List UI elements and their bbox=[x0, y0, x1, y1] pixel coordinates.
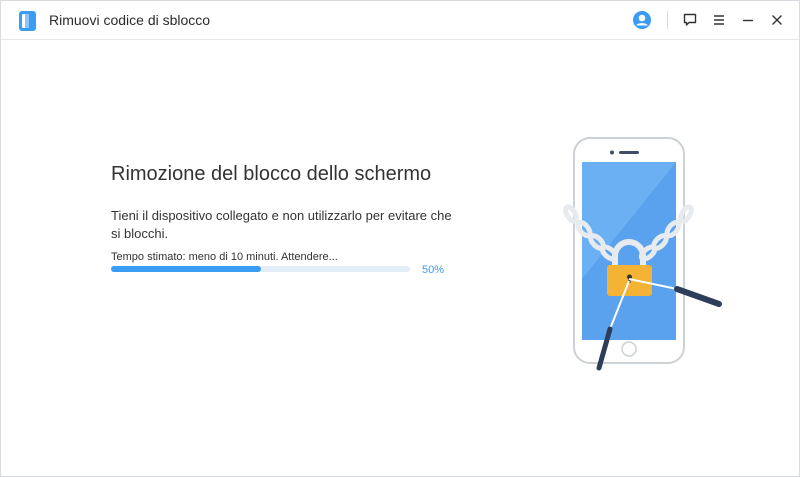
feedback-icon bbox=[683, 13, 697, 26]
app-window: Rimuovi codice di sblocco Rimozione del … bbox=[0, 0, 800, 477]
phone-unlock-illustration bbox=[563, 137, 722, 371]
minimize-icon bbox=[743, 19, 753, 22]
page-title: Rimozione del blocco dello schermo bbox=[111, 163, 432, 185]
minimize-button[interactable] bbox=[738, 10, 758, 30]
user-icon bbox=[633, 11, 651, 29]
menu-icon bbox=[714, 15, 724, 25]
progress-bar bbox=[111, 266, 410, 272]
progress-bar-fill bbox=[111, 266, 261, 272]
user-account-button[interactable] bbox=[632, 10, 652, 30]
progress-percent: 50% bbox=[422, 264, 445, 276]
app-title: Rimuovi codice di sblocco bbox=[49, 12, 211, 28]
app-logo-icon bbox=[19, 11, 36, 31]
estimated-time-text: Tempo stimato: meno di 10 minuti. Attend… bbox=[111, 251, 338, 263]
close-button[interactable] bbox=[767, 10, 787, 30]
instruction-text: Tieni il dispositivo collegato e non uti… bbox=[111, 208, 452, 241]
menu-button[interactable] bbox=[709, 10, 729, 30]
titlebar-divider bbox=[667, 11, 668, 29]
feedback-button[interactable] bbox=[680, 10, 700, 30]
close-icon bbox=[772, 15, 782, 25]
title-bar: Rimuovi codice di sblocco bbox=[1, 1, 799, 40]
phone-icon bbox=[573, 137, 685, 364]
